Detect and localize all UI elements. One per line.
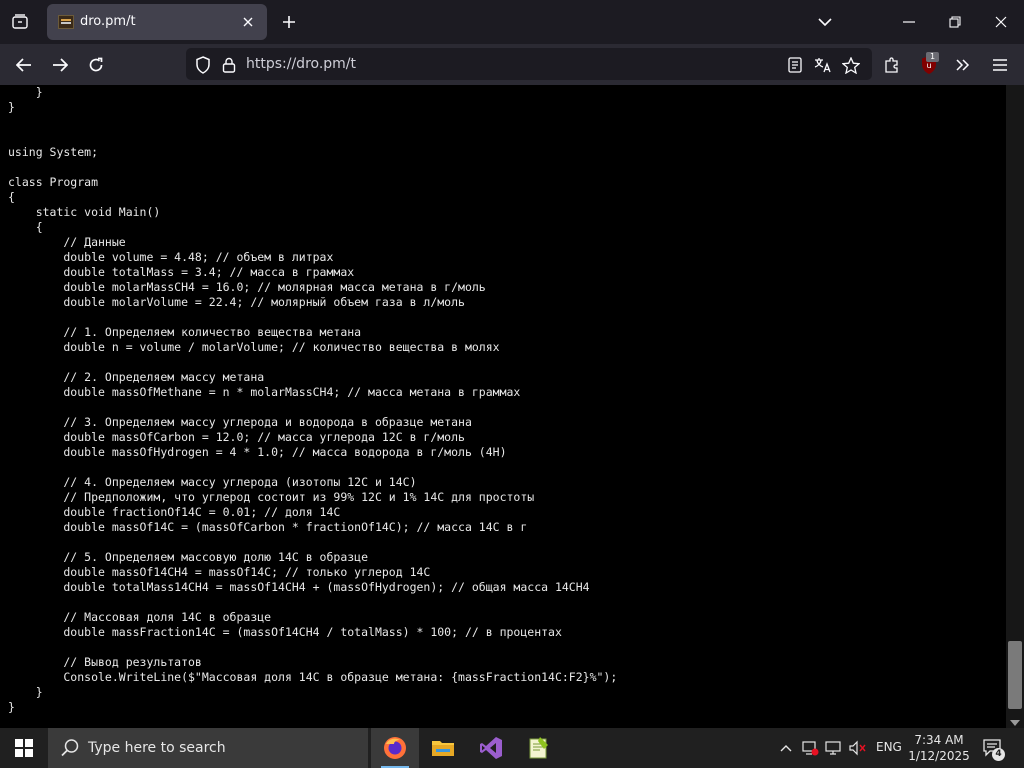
clock-date: 1/12/2025 <box>908 749 970 763</box>
code-line: double massFraction14C = (massOf14CH4 / … <box>8 625 562 639</box>
code-line: double massOf14CH4 = massOf14C; // тольк… <box>8 565 431 579</box>
close-window-icon[interactable] <box>986 8 1016 36</box>
tab-bar: dro.pm/t <box>0 0 1024 44</box>
code-line: } <box>8 700 15 714</box>
minimize-window-icon[interactable] <box>894 8 924 36</box>
code-line: // 5. Определяем массовую долю 14C в обр… <box>8 550 369 564</box>
more-tools-chevrons-icon[interactable] <box>951 53 975 77</box>
code-line: class Program <box>8 175 99 189</box>
forward-arrow-icon[interactable] <box>48 53 72 77</box>
extension-badge-count: 1 <box>926 52 939 62</box>
language-indicator[interactable]: ENG <box>876 740 902 754</box>
code-line: static void Main() <box>8 205 161 219</box>
code-line: { <box>8 190 15 204</box>
code-line: // 3. Определяем массу углерода и водоро… <box>8 415 472 429</box>
code-block: }} using System; class Program{ static voi… <box>0 85 1006 715</box>
address-bar[interactable]: https://dro.pm/t <box>186 48 872 80</box>
site-favicon-icon <box>58 15 74 29</box>
bookmark-star-icon[interactable] <box>842 56 860 74</box>
navigation-toolbar: https://dro.pm/t u <box>0 44 1024 85</box>
taskbar: Type here to search ENG 7:34 AM 1/12/202… <box>0 728 1024 768</box>
extensions-puzzle-icon[interactable] <box>880 53 904 77</box>
volume-muted-icon[interactable] <box>848 738 868 758</box>
code-line: double n = volume / molarVolume; // коли… <box>8 340 500 354</box>
svg-text:u: u <box>926 61 931 70</box>
translate-icon[interactable] <box>814 56 832 74</box>
code-line: Console.WriteLine($"Массовая доля 14C в … <box>8 670 618 684</box>
reload-icon[interactable] <box>84 53 108 77</box>
clock[interactable]: 7:34 AM 1/12/2025 <box>906 732 972 764</box>
app-menu-hamburger-icon[interactable] <box>988 53 1012 77</box>
clock-time: 7:34 AM <box>914 733 964 747</box>
code-line: double totalMass = 3.4; // масса в грамм… <box>8 265 355 279</box>
code-line: using System; <box>8 145 99 159</box>
code-line: double molarMassCH4 = 16.0; // молярная … <box>8 280 486 294</box>
code-line: // 4. Определяем массу углерода (изотопы… <box>8 475 417 489</box>
scrollbar-thumb[interactable] <box>1008 641 1022 709</box>
reader-view-icon[interactable] <box>786 56 804 74</box>
windows-start-icon[interactable] <box>0 728 48 768</box>
close-tab-icon[interactable] <box>239 13 257 31</box>
code-line: // Вывод результатов <box>8 655 202 669</box>
code-line: // 2. Определяем массу метана <box>8 370 265 384</box>
code-line: double molarVolume = 22.4; // молярный о… <box>8 295 465 309</box>
vertical-scrollbar[interactable] <box>1006 85 1024 728</box>
show-hidden-icons-chevron-icon[interactable] <box>776 738 796 758</box>
code-line: // 1. Определяем количество вещества мет… <box>8 325 362 339</box>
code-line: } <box>8 685 43 699</box>
restore-window-icon[interactable] <box>940 8 970 36</box>
code-line: // Предположим, что углерод состоит из 9… <box>8 490 535 504</box>
code-line: double fractionOf14C = 0.01; // доля 14C <box>8 505 341 519</box>
network-icon[interactable] <box>824 738 844 758</box>
page-content: }} using System; class Program{ static voi… <box>0 85 1006 728</box>
notification-count-badge: 4 <box>992 748 1005 761</box>
taskbar-search-box[interactable]: Type here to search <box>48 728 368 768</box>
code-line: { <box>8 220 43 234</box>
visual-studio-taskbar-icon[interactable] <box>467 728 515 768</box>
firefox-taskbar-icon[interactable] <box>371 728 419 768</box>
new-tab-button[interactable] <box>278 11 300 33</box>
back-arrow-icon[interactable] <box>12 53 36 77</box>
search-placeholder: Type here to search <box>88 740 226 756</box>
tab-title: dro.pm/t <box>80 14 136 29</box>
list-all-tabs-chevron-icon[interactable] <box>810 8 840 36</box>
code-line: double totalMass14CH4 = massOf14CH4 + (m… <box>8 580 590 594</box>
device-alert-icon[interactable] <box>800 738 820 758</box>
scroll-down-arrow-icon[interactable] <box>1010 720 1020 726</box>
tracking-protection-shield-icon[interactable] <box>194 56 212 74</box>
code-line: double massOf14C = (massOfCarbon * fract… <box>8 520 528 534</box>
url-text[interactable]: https://dro.pm/t <box>246 56 356 72</box>
code-line: double volume = 4.48; // объем в литрах <box>8 250 334 264</box>
browser-tab-active[interactable]: dro.pm/t <box>47 4 267 40</box>
code-line: double massOfCarbon = 12.0; // масса угл… <box>8 430 465 444</box>
code-line: double massOfMethane = n * molarMassCH4;… <box>8 385 521 399</box>
file-explorer-taskbar-icon[interactable] <box>419 728 467 768</box>
code-line: } <box>8 85 43 99</box>
code-line: double massOfHydrogen = 4 * 1.0; // масс… <box>8 445 507 459</box>
tab-list-icon[interactable] <box>8 10 32 34</box>
search-icon <box>61 739 79 757</box>
lock-icon[interactable] <box>220 56 238 74</box>
code-line: // Данные <box>8 235 126 249</box>
code-line: // Массовая доля 14C в образце <box>8 610 272 624</box>
notepad-plus-plus-taskbar-icon[interactable] <box>515 728 563 768</box>
code-line: } <box>8 100 15 114</box>
